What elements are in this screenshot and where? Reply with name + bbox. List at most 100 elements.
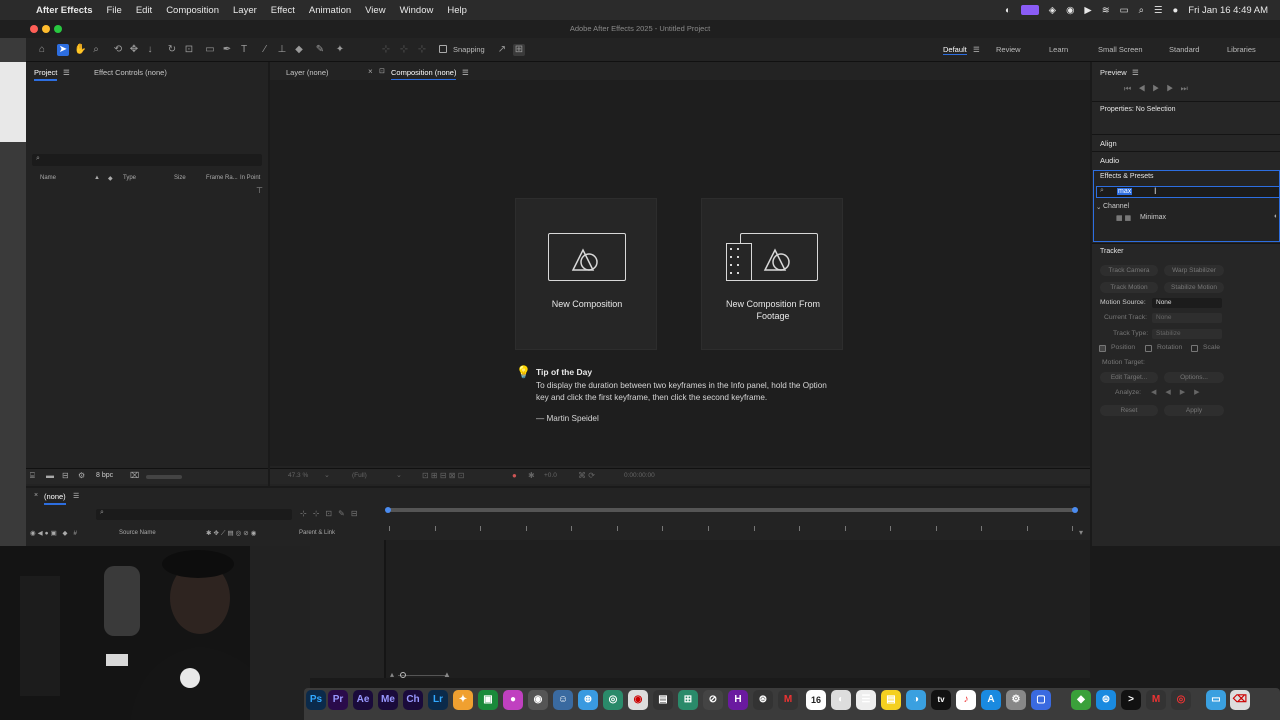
tab-timeline[interactable]: (none) — [44, 492, 66, 505]
anchor-tool-icon[interactable]: ⊡ — [183, 44, 195, 56]
track-motion-button[interactable]: Track Motion — [1100, 282, 1158, 293]
dock-app-icon[interactable]: ⊕ — [578, 690, 598, 710]
screen-record-icon[interactable] — [1020, 5, 1039, 15]
dock-app-after-effects[interactable]: Ae — [353, 690, 373, 710]
dock-app-icon[interactable]: ♪ — [956, 690, 976, 710]
dock-app-icon[interactable]: ⊘ — [703, 690, 723, 710]
axis-local-icon[interactable]: ⊹ — [380, 44, 392, 56]
label-tag-icon[interactable]: ◆ — [108, 175, 113, 182]
exposure-icon[interactable]: ✱ — [528, 471, 535, 480]
puppet-tool-icon[interactable]: ✦ — [334, 44, 346, 56]
cloud-icon[interactable]: ◉ — [1066, 5, 1074, 16]
new-composition-card[interactable]: New Composition — [515, 198, 657, 350]
workspace-standard[interactable]: Standard — [1169, 45, 1199, 54]
col-frame-rate[interactable]: Frame Ra... — [206, 175, 238, 181]
siri-icon[interactable]: ● — [1173, 5, 1179, 16]
workspace-review[interactable]: Review — [996, 45, 1021, 54]
col-name[interactable]: Name — [40, 175, 56, 181]
wifi-icon[interactable]: ≋ — [1102, 5, 1110, 16]
flowchart-icon[interactable]: ⊤ — [256, 186, 263, 195]
roto-tool-icon[interactable]: ✎ — [314, 44, 326, 56]
workspace-default[interactable]: Default — [943, 45, 967, 55]
search-icon[interactable]: ⌕ — [1139, 5, 1144, 16]
axis-world-icon[interactable]: ⊹ — [398, 44, 410, 56]
dock-app-icon[interactable]: ◉ — [528, 690, 548, 710]
bit-depth-label[interactable]: 8 bpc — [96, 472, 113, 479]
work-area-start-handle[interactable] — [385, 507, 391, 513]
apply-button[interactable]: Apply — [1164, 405, 1224, 416]
eraser-tool-icon[interactable]: ◆ — [293, 44, 305, 56]
orbit-tool-icon[interactable]: ⟲ — [112, 44, 124, 56]
chevron-down-icon[interactable]: ⌄ — [324, 471, 330, 479]
tab-layer[interactable]: Layer (none) — [286, 68, 329, 77]
pan-tool-icon[interactable]: ✥ — [128, 44, 140, 56]
tab-effect-controls[interactable]: Effect Controls (none) — [94, 68, 167, 77]
zoom-out-icon[interactable]: ▴ — [390, 670, 394, 679]
dock-app-notes-icon[interactable]: ▤ — [881, 690, 901, 710]
tab-project[interactable]: Project — [34, 68, 58, 81]
close-window-button[interactable] — [30, 25, 38, 33]
dock-app-icon[interactable]: M — [1146, 690, 1166, 710]
dock-app-icon[interactable]: ◆ — [1071, 690, 1091, 710]
zoom-dropdown[interactable]: 47.3 % — [288, 472, 308, 479]
effects-search-input[interactable]: ⌕ max I — [1096, 186, 1280, 198]
align-panel-title[interactable]: Align — [1100, 139, 1117, 148]
brush-tool-icon[interactable]: ⁄ — [259, 44, 271, 56]
dock-app-icon[interactable]: ◎ — [1171, 690, 1191, 710]
col-in-point[interactable]: In Point — [240, 175, 260, 181]
rotation-checkbox[interactable] — [1145, 345, 1152, 352]
channels-icon[interactable]: ● — [512, 471, 517, 480]
control-center-icon[interactable]: ☰ — [1154, 5, 1163, 16]
exposure-value[interactable]: +0.0 — [544, 472, 557, 479]
dolly-tool-icon[interactable]: ↓ — [144, 44, 156, 56]
zoom-in-icon[interactable]: ▲ — [443, 670, 451, 679]
track-camera-button[interactable]: Track Camera — [1100, 265, 1158, 276]
col-type[interactable]: Type — [123, 175, 136, 181]
audio-panel-title[interactable]: Audio — [1100, 156, 1119, 165]
playback-controls-icon[interactable]: ⏮◀▶▶⏭ — [1124, 84, 1195, 94]
scale-checkbox[interactable] — [1191, 345, 1198, 352]
warp-stabilizer-button[interactable]: Warp Stabilizer — [1164, 265, 1224, 276]
track-type-dropdown[interactable]: Stabilize — [1152, 329, 1222, 339]
clone-tool-icon[interactable]: ⊥ — [276, 44, 288, 56]
comp-marker-icon[interactable]: ▾ — [1079, 528, 1083, 537]
time-ruler[interactable] — [386, 516, 1090, 538]
status-icon[interactable]: ◐ — [1005, 5, 1011, 16]
work-area-end-handle[interactable] — [1072, 507, 1078, 513]
col-source-name[interactable]: Source Name — [119, 530, 156, 536]
sort-up-icon[interactable]: ▲ — [94, 175, 100, 181]
dock-app-character-animator[interactable]: Ch — [403, 690, 423, 710]
zoom-tool-icon[interactable]: ⌕ — [90, 44, 102, 56]
workspace-libraries[interactable]: Libraries — [1227, 45, 1256, 54]
av-features-icon[interactable]: ◉◀●▣ ◆ # — [30, 529, 79, 537]
dock-trash-icon[interactable]: ⌫ — [1230, 690, 1250, 710]
home-icon[interactable]: ⌂ — [36, 44, 48, 56]
dock-app-store-icon[interactable]: A — [981, 690, 1001, 710]
thumbnail-slider[interactable] — [146, 475, 182, 479]
stabilize-motion-button[interactable]: Stabilize Motion — [1164, 282, 1224, 293]
dock-terminal-icon[interactable]: > — [1121, 690, 1141, 710]
dock-system-settings-icon[interactable]: ⚙ — [1006, 690, 1026, 710]
dock-app-icon[interactable]: ◐ — [831, 690, 851, 710]
battery-icon[interactable]: ▭ — [1120, 5, 1129, 16]
reset-button[interactable]: Reset — [1100, 405, 1158, 416]
selection-tool-icon[interactable]: ➤ — [57, 44, 69, 56]
tree-item-minimax[interactable]: Minimax — [1140, 214, 1166, 221]
shield-icon[interactable]: ◈ — [1049, 5, 1056, 16]
play-icon[interactable]: ▶ — [1084, 5, 1091, 16]
new-folder-icon[interactable]: ▬ — [46, 471, 54, 480]
options-button[interactable]: Options... — [1164, 372, 1224, 383]
rotation-tool-icon[interactable]: ↻ — [166, 44, 178, 56]
zoom-window-button[interactable] — [54, 25, 62, 33]
preview-panel-title[interactable]: Preview — [1100, 68, 1127, 77]
panel-menu-icon[interactable]: ☰ — [462, 68, 469, 77]
menubar-clock[interactable]: Fri Jan 16 4:49 AM — [1188, 5, 1268, 16]
effects-presets-title[interactable]: Effects & Presets — [1100, 173, 1154, 180]
axis-view-icon[interactable]: ⊹ — [416, 44, 428, 56]
menu-window[interactable]: Window — [400, 5, 434, 16]
dock-app-calendar[interactable]: 16 — [806, 690, 826, 710]
close-tab-icon[interactable]: × — [34, 492, 38, 499]
dock-app-icon[interactable]: ☺ — [553, 690, 573, 710]
dock-app-icon[interactable]: ✦ — [453, 690, 473, 710]
menu-layer[interactable]: Layer — [233, 5, 257, 16]
